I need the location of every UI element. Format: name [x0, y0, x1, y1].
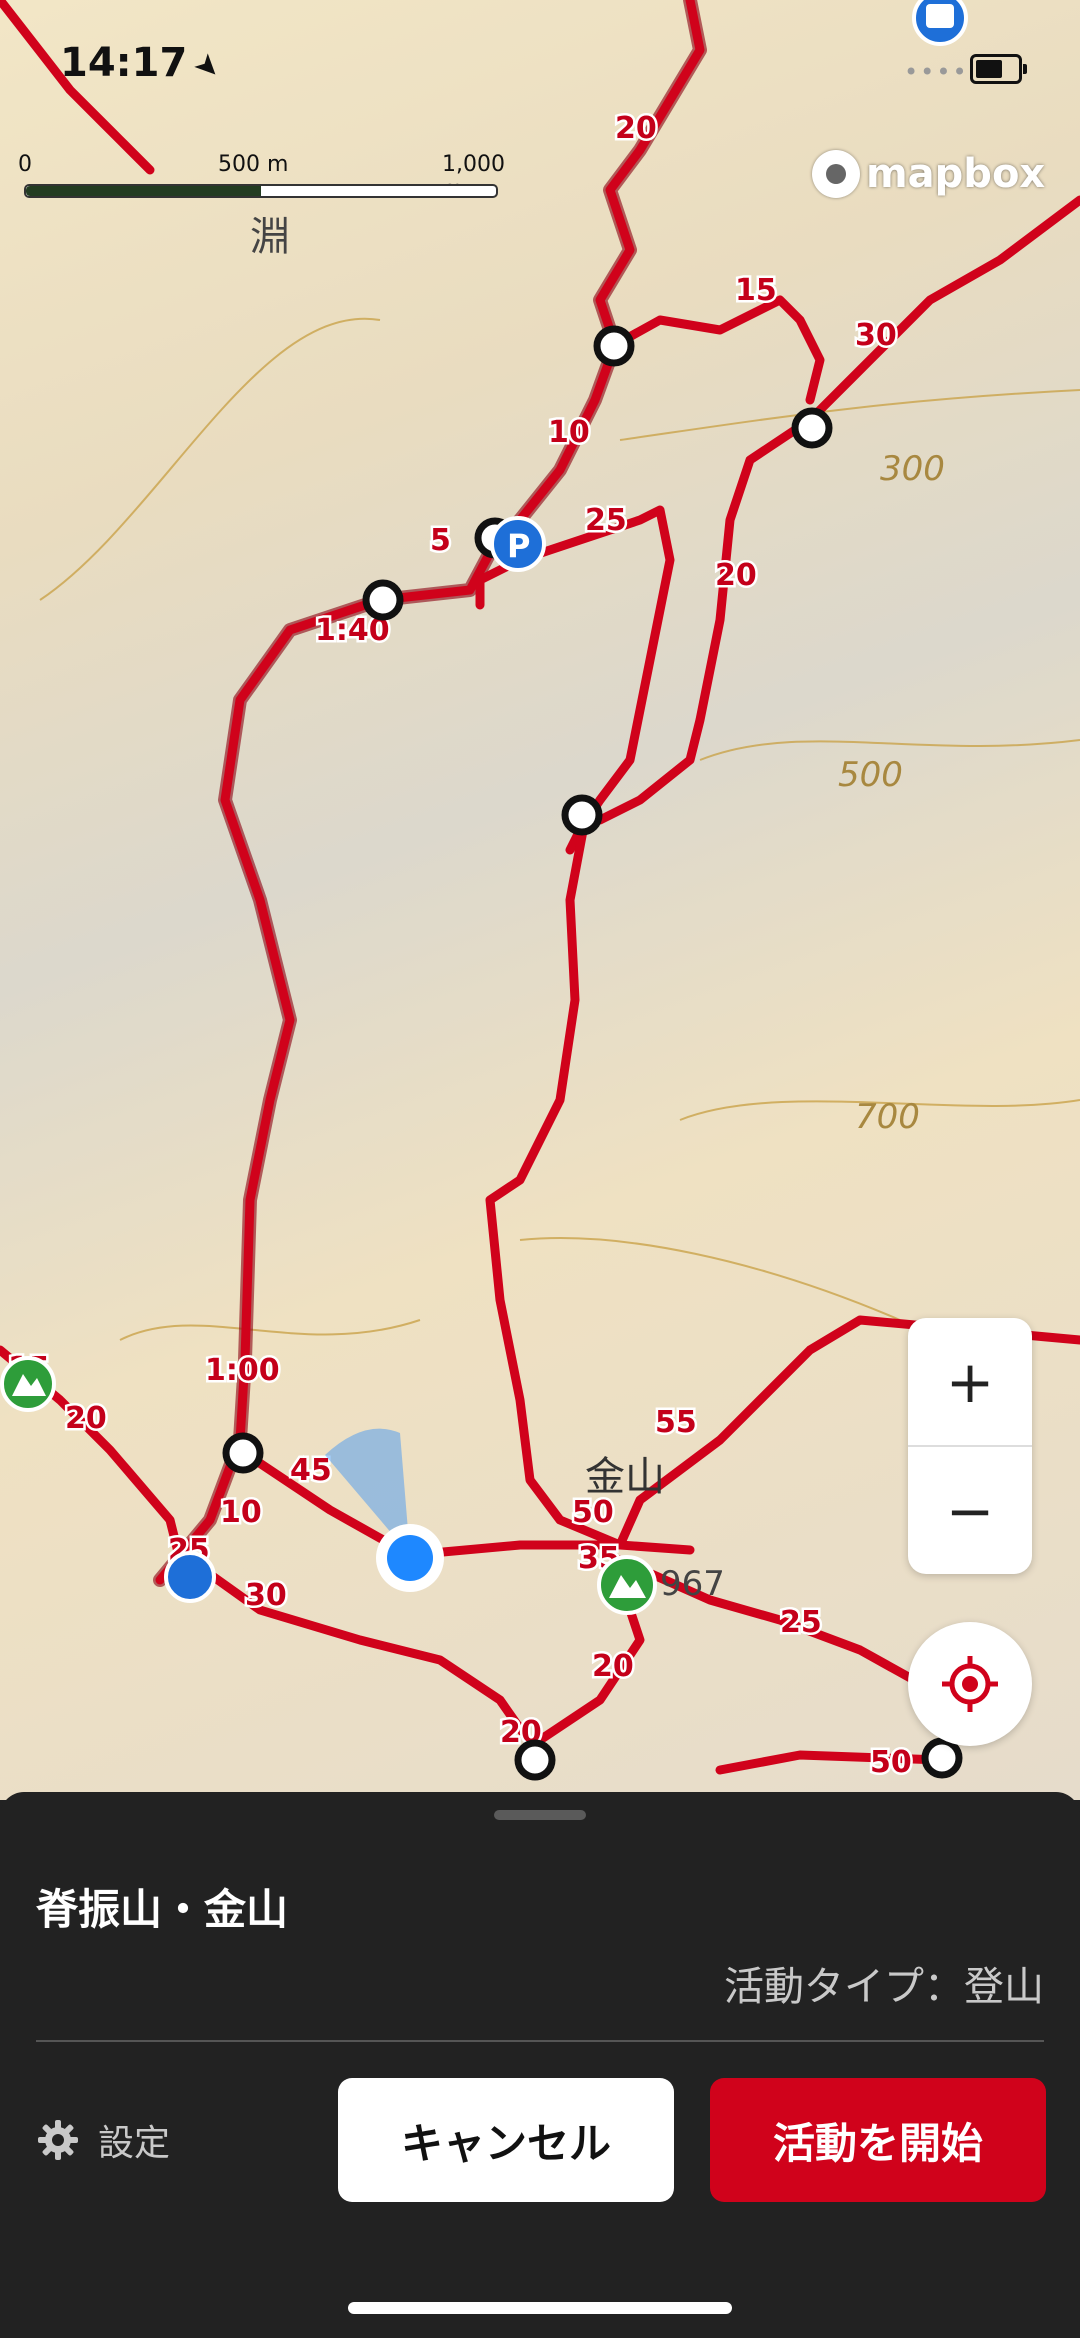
time-label: 50	[870, 1745, 912, 1780]
status-time-text: 14:17	[60, 40, 188, 86]
waypoint-marker	[514, 1739, 556, 1781]
viewpoint-icon	[164, 1551, 216, 1603]
time-label: 50	[572, 1495, 614, 1530]
home-indicator[interactable]	[348, 2302, 732, 2314]
summit-icon	[0, 1356, 56, 1412]
contour-label-300: 300	[880, 449, 945, 489]
time-label: 25	[780, 1605, 822, 1640]
route-title: 脊振山・金山	[36, 1885, 289, 1934]
scale-bar-line	[24, 184, 498, 198]
bottom-sheet: 脊振山・金山 活動タイプ：登山 設定 キャンセル 活動を開始	[0, 1792, 1080, 2338]
mapbox-attribution[interactable]: mapbox	[812, 150, 1045, 198]
cancel-button[interactable]: キャンセル	[338, 2078, 674, 2202]
start-activity-button[interactable]: 活動を開始	[710, 2078, 1046, 2202]
place-label-fuchi: 淵	[250, 214, 290, 260]
time-label: 1:00	[205, 1353, 280, 1388]
waypoint-marker	[222, 1432, 264, 1474]
time-label: 20	[715, 558, 757, 593]
sheet-handle[interactable]	[494, 1810, 586, 1820]
zoom-in-button[interactable]: +	[908, 1318, 1032, 1445]
waypoint-marker	[593, 325, 635, 367]
battery-icon	[970, 54, 1027, 84]
place-label-kanayama: 金山	[585, 1454, 665, 1500]
time-label: 25	[585, 503, 627, 538]
crosshair-icon	[942, 1656, 998, 1712]
time-label: 20	[615, 111, 657, 146]
mapbox-logo-icon	[812, 150, 860, 198]
time-label: 10	[548, 415, 590, 450]
scale-label-start: 0	[18, 152, 32, 177]
parking-icon: P	[490, 516, 546, 572]
scale-bar: 0 500 m 1,000 m	[18, 152, 505, 202]
time-label: 5	[430, 523, 451, 558]
time-label: 15	[735, 273, 777, 308]
time-label: 30	[245, 1578, 287, 1613]
current-location-marker	[325, 1428, 444, 1592]
settings-label: 設定	[98, 2123, 171, 2164]
time-label: 20	[592, 1649, 634, 1684]
time-label: 55	[655, 1405, 697, 1440]
activity-type: 活動タイプ：登山	[724, 1964, 1044, 2010]
summit-icon	[597, 1555, 657, 1615]
settings-button[interactable]: 設定	[36, 2114, 170, 2166]
signal-icon: ••••	[904, 58, 969, 86]
waypoint-marker	[561, 794, 603, 836]
gear-icon	[38, 2120, 78, 2160]
status-time: 14:17➤	[60, 40, 229, 88]
contour-label-700: 700	[855, 1097, 920, 1137]
zoom-controls: + −	[908, 1318, 1032, 1574]
contour-label-500: 500	[838, 755, 903, 795]
time-label: 10	[220, 1495, 262, 1530]
time-label: 20	[65, 1401, 107, 1436]
mapbox-text: mapbox	[866, 151, 1046, 197]
time-labels: 20 15 30 10 5 25 20 1:40 1:00 20 15 10 4…	[6, 109, 915, 1783]
divider	[36, 2040, 1044, 2042]
waypoint-marker	[791, 407, 833, 449]
waypoint-marker	[362, 579, 404, 621]
locate-me-button[interactable]	[908, 1622, 1032, 1746]
svg-text:P: P	[507, 527, 530, 565]
bus-stop-icon	[912, 0, 968, 46]
scale-label-mid: 500 m	[218, 152, 289, 177]
waypoint-marker	[921, 1737, 963, 1779]
time-label: 45	[290, 1453, 332, 1488]
elevation-label: 967	[660, 1564, 725, 1604]
screen: 300 500 700 淵 金山 967 20 15 30 10 5 25 20…	[0, 0, 1080, 2338]
zoom-out-button[interactable]: −	[908, 1447, 1032, 1574]
time-label: 30	[855, 318, 897, 353]
